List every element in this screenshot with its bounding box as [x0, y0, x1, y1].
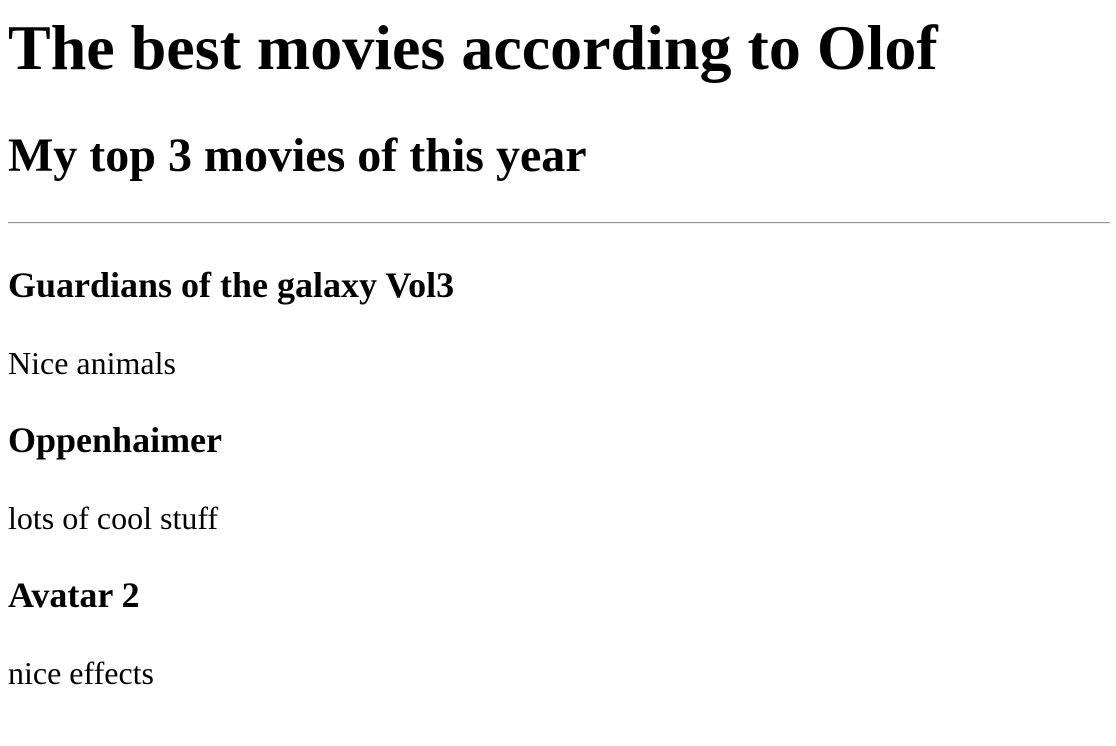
page-title: The best movies according to Olof — [8, 12, 938, 83]
movie-title: Oppenhaimer — [8, 420, 223, 460]
movie-title: Avatar 2 — [8, 575, 140, 615]
movie-description: nice effects — [8, 655, 154, 691]
movie-description: lots of cool stuff — [8, 500, 219, 536]
divider — [8, 222, 1110, 224]
movie-description: Nice animals — [8, 345, 176, 381]
movie-title: Guardians of the galaxy Vol3 — [8, 265, 455, 305]
page-subtitle: My top 3 movies of this year — [8, 129, 587, 182]
